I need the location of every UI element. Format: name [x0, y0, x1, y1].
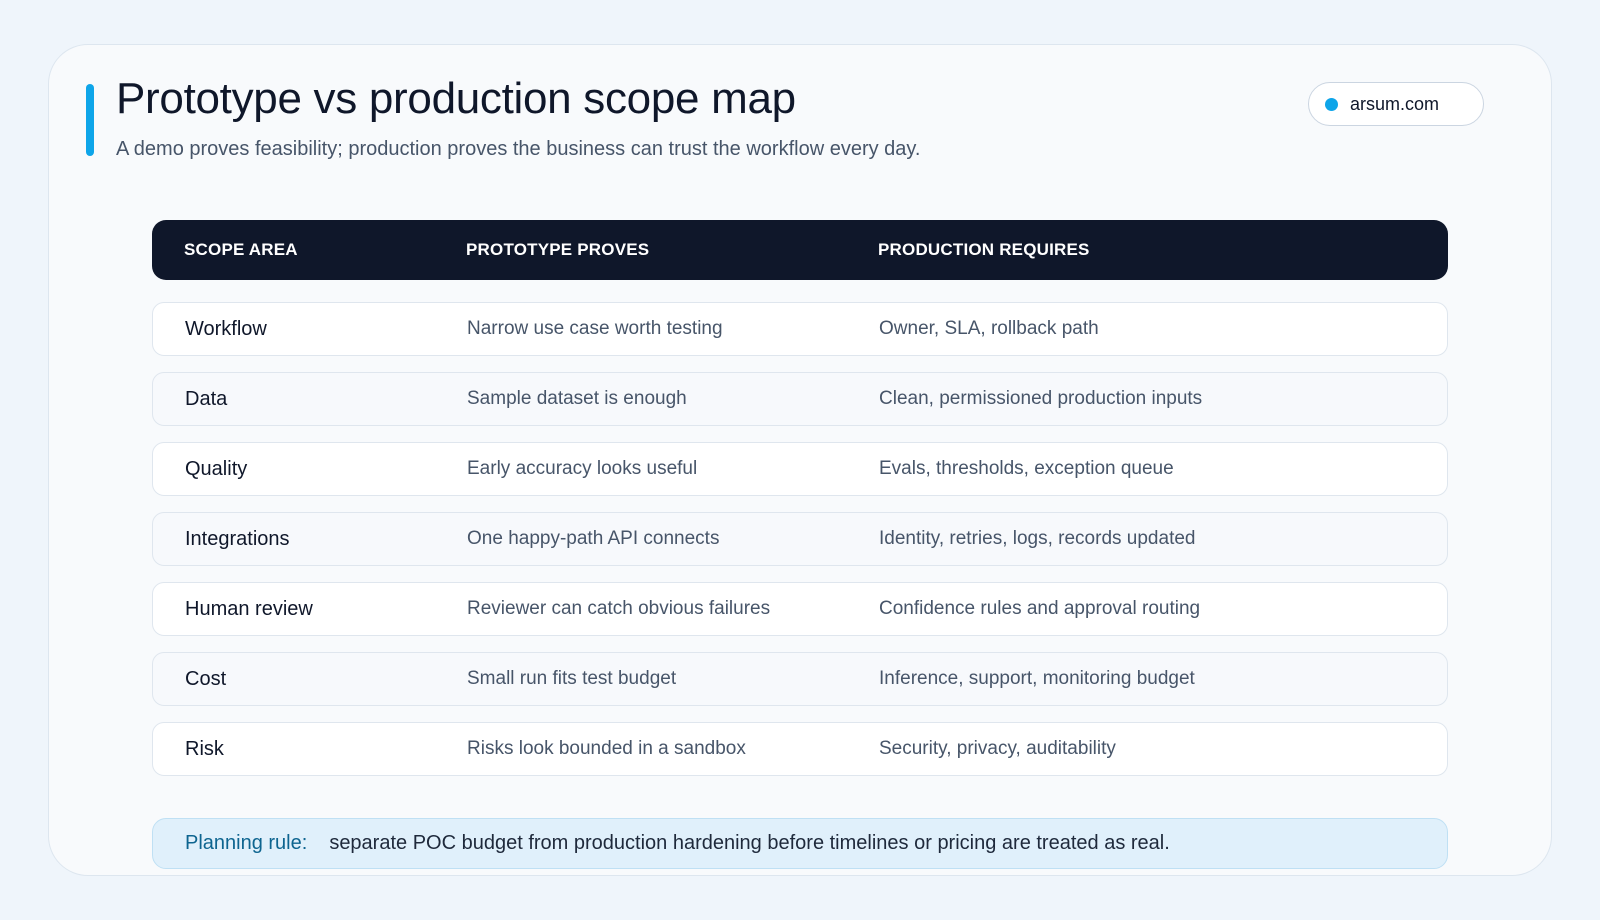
scope-area-cell: Data	[185, 387, 228, 410]
production-requires-cell: Owner, SLA, rollback path	[879, 318, 1099, 339]
prototype-proves-cell: Small run fits test budget	[467, 668, 677, 689]
prototype-proves-cell: Risks look bounded in a sandbox	[467, 738, 746, 759]
prototype-proves-cell: One happy-path API connects	[467, 528, 720, 549]
table-row: Risk Risks look bounded in a sandbox Sec…	[152, 722, 1448, 776]
scope-area-cell: Workflow	[185, 317, 267, 340]
table-row: Cost Small run fits test budget Inferenc…	[152, 652, 1448, 706]
scope-area-cell: Human review	[185, 597, 313, 620]
production-requires-cell: Confidence rules and approval routing	[879, 598, 1201, 619]
planning-rule-callout: Planning rule: separate POC budget from …	[152, 818, 1448, 869]
prototype-proves-cell: Early accuracy looks useful	[467, 458, 698, 479]
table-header: SCOPE AREA PROTOTYPE PROVES PRODUCTION R…	[152, 220, 1448, 280]
production-requires-cell: Evals, thresholds, exception queue	[879, 458, 1174, 479]
dot-icon	[1325, 97, 1338, 111]
table-row: Human review Reviewer can catch obvious …	[152, 582, 1448, 636]
column-header-production-requires: PRODUCTION REQUIRES	[878, 240, 1090, 259]
prototype-proves-cell: Reviewer can catch obvious failures	[467, 598, 771, 619]
table-row: Data Sample dataset is enough Clean, per…	[152, 372, 1448, 426]
production-requires-cell: Clean, permissioned production inputs	[879, 388, 1203, 409]
production-requires-cell: Identity, retries, logs, records updated	[879, 528, 1196, 549]
planning-rule-label: Planning rule:	[185, 832, 308, 854]
site-badge[interactable]: arsum.com	[1308, 82, 1484, 126]
page-subtitle: A demo proves feasibility; production pr…	[116, 138, 921, 160]
scope-area-cell: Cost	[185, 667, 227, 690]
prototype-proves-cell: Sample dataset is enough	[467, 388, 687, 409]
planning-rule-text: separate POC budget from production hard…	[329, 832, 1170, 854]
table-row: Workflow Narrow use case worth testing O…	[152, 302, 1448, 356]
site-badge-label: arsum.com	[1350, 93, 1440, 114]
production-requires-cell: Security, privacy, auditability	[879, 738, 1116, 759]
scope-area-cell: Quality	[185, 457, 248, 480]
scope-area-cell: Integrations	[185, 527, 290, 550]
title-accent-bar	[86, 84, 94, 156]
column-header-prototype-proves: PROTOTYPE PROVES	[466, 240, 650, 259]
column-header-scope-area: SCOPE AREA	[184, 240, 298, 259]
table-row: Quality Early accuracy looks useful Eval…	[152, 442, 1448, 496]
scope-area-cell: Risk	[185, 737, 224, 760]
prototype-proves-cell: Narrow use case worth testing	[467, 318, 723, 339]
page-title: Prototype vs production scope map	[116, 74, 796, 123]
production-requires-cell: Inference, support, monitoring budget	[879, 668, 1195, 689]
table-row: Integrations One happy-path API connects…	[152, 512, 1448, 566]
